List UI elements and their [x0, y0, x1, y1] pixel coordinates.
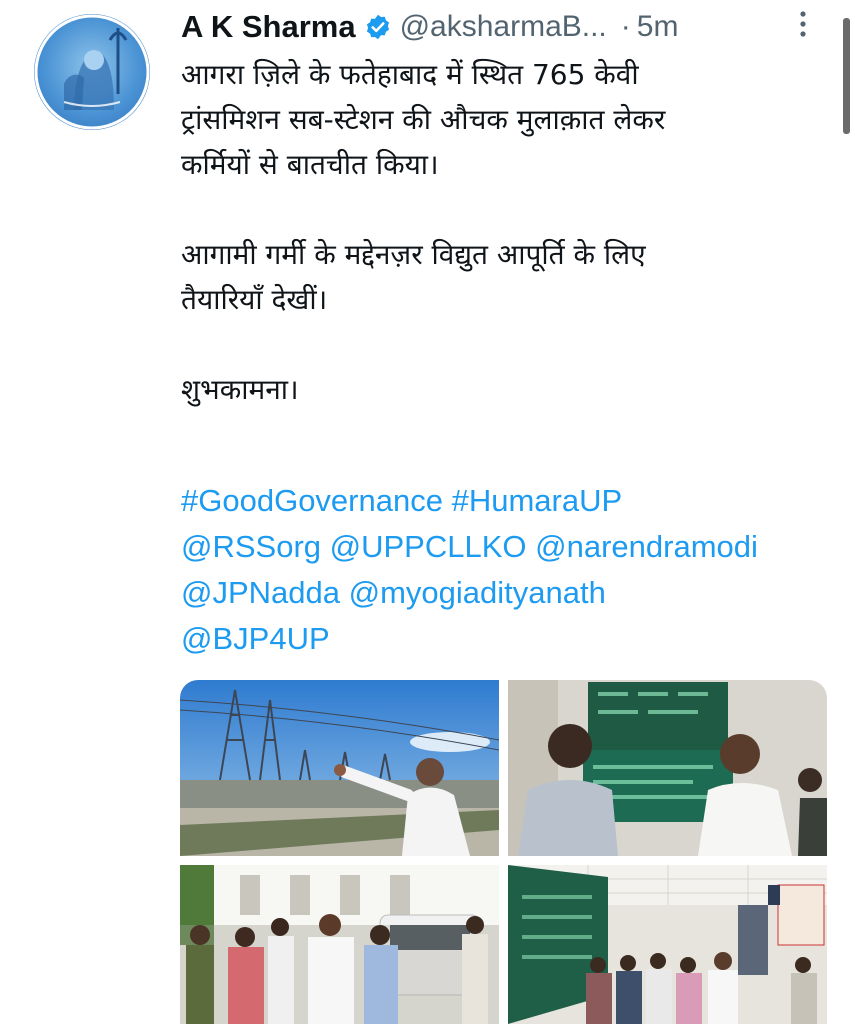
mention-link[interactable]: @narendramodi — [535, 529, 758, 564]
tweet-body: आगरा ज़िले के फतेहाबाद में स्थित 765 केव… — [181, 52, 821, 412]
mention-link[interactable]: @myogiadityanath — [349, 575, 606, 610]
control-room-group-photo-icon — [508, 865, 827, 1024]
substation-visit-photo-icon — [180, 680, 499, 856]
media-photo-1[interactable] — [180, 680, 499, 856]
text-line: तैयारियाँ देखीं। — [181, 283, 328, 316]
group-walk-photo-icon — [180, 865, 499, 1024]
verified-badge-icon — [366, 14, 389, 40]
media-photo-4[interactable] — [508, 865, 827, 1024]
mention-link[interactable]: @JPNadda — [181, 575, 340, 610]
more-options-icon[interactable] — [789, 10, 817, 38]
control-room-discussion-photo-icon — [508, 680, 827, 856]
text-line: कर्मियों से बातचीत किया। — [181, 148, 439, 181]
tweet-header: A K Sharma @aksharmaB... · 5m — [181, 4, 821, 50]
text-line: ट्रांसमिशन सब-स्टेशन की औचक मुलाक़ात लेक… — [181, 103, 666, 136]
tweet-links: #GoodGovernance #HumaraUP @RSSorg @UPPCL… — [181, 478, 841, 662]
media-grid — [180, 680, 827, 1024]
mention-link[interactable]: @UPPCLLKO — [330, 529, 527, 564]
text-line: आगरा ज़िले के फतेहाबाद में स्थित 765 केव… — [181, 58, 639, 91]
hashtag-link[interactable]: #HumaraUP — [452, 483, 623, 518]
author-handle[interactable]: @aksharmaB... — [400, 10, 607, 44]
text-line: शुभकामना। — [181, 373, 299, 406]
mention-link[interactable]: @BJP4UP — [181, 621, 330, 656]
mention-link[interactable]: @RSSorg — [181, 529, 321, 564]
media-photo-3[interactable] — [180, 865, 499, 1024]
hashtag-link[interactable]: #GoodGovernance — [181, 483, 443, 518]
timestamp[interactable]: 5m — [637, 10, 679, 44]
author-name[interactable]: A K Sharma — [181, 9, 356, 45]
scrollbar[interactable] — [843, 18, 850, 134]
media-photo-2[interactable] — [508, 680, 827, 856]
profile-avatar[interactable] — [34, 14, 150, 130]
text-line: आगामी गर्मी के मद्देनज़र विद्युत आपूर्ति… — [181, 238, 646, 271]
separator-dot: · — [620, 10, 631, 43]
shiva-avatar-icon — [34, 14, 150, 130]
